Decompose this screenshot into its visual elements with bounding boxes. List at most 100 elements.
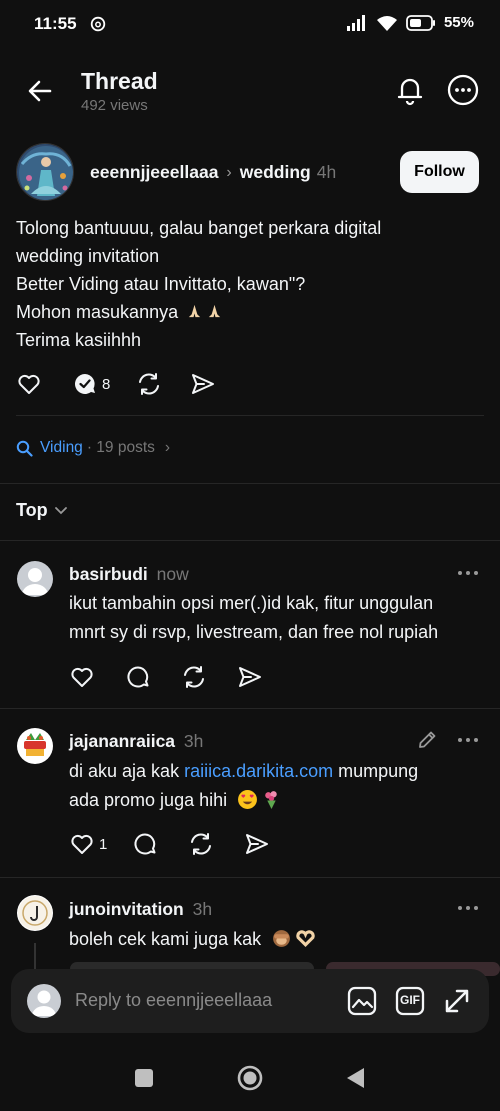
status-time: 11:55 [34, 14, 77, 33]
post-line: Tolong bantuuuu, galau banget perkara di… [16, 218, 382, 238]
divider [0, 877, 500, 878]
divider [16, 415, 484, 416]
praying-hands-emoji [208, 304, 221, 318]
comment-icon[interactable] [132, 831, 158, 857]
reply-username[interactable]: junoinvitation [69, 899, 184, 919]
reply-time: 3h [192, 899, 213, 919]
reply-line-text: di aku aja kak [69, 761, 185, 781]
divider [0, 540, 500, 541]
reply-username[interactable]: jajananraiica [69, 731, 175, 751]
reply-actions: 1 [69, 831, 270, 857]
share-icon[interactable] [244, 831, 270, 857]
status-indicators: 55% [346, 14, 474, 31]
divider [0, 483, 500, 484]
topic-post-count: · 19 posts [86, 439, 155, 456]
post-topic[interactable]: wedding [240, 162, 311, 183]
avatar[interactable] [17, 895, 53, 931]
reply-line-text: ada promo juga hihi [69, 790, 228, 810]
thread-header: Thread 492 views [0, 55, 500, 125]
threads-notification-icon [90, 16, 106, 32]
reply-item: junoinvitation 3h boleh cek kami juga ka… [0, 890, 500, 973]
reply-item: basirbudi now ikut tambahin opsi mer(.)i… [0, 555, 500, 705]
reply-time: now [156, 564, 189, 584]
comment-icon[interactable] [125, 664, 151, 690]
reply-line-text: mumpung [333, 761, 419, 781]
more-horizontal-icon[interactable] [456, 730, 480, 750]
recent-apps-icon[interactable] [134, 1068, 154, 1088]
reply-line: ikut tambahin opsi mer(.)id kak, fitur u… [69, 593, 434, 613]
see-no-evil-monkey-emoji [273, 930, 291, 947]
heart-icon[interactable] [69, 664, 95, 690]
bouquet-emoji [265, 791, 277, 809]
bell-icon[interactable] [393, 73, 427, 107]
gif-icon[interactable]: GIF [394, 985, 426, 1017]
post-line-text: Mohon masukannya [16, 302, 179, 322]
battery-percent: 55% [443, 14, 474, 31]
home-icon[interactable] [236, 1064, 264, 1092]
topic-link[interactable]: Viding · 19 posts › [16, 439, 170, 457]
more-horizontal-icon[interactable] [456, 563, 480, 583]
post-meta: eeennjjeeellaaa › wedding 4h [90, 162, 336, 183]
sort-label: Top [16, 500, 48, 520]
reply-meta: junoinvitation 3h [69, 899, 212, 920]
reply-text: boleh cek kami juga kak [69, 925, 489, 954]
reply-text: di aku aja kak raiiica.darikita.com mump… [69, 757, 489, 815]
reply-composer[interactable]: Reply to eeennjjeeellaaa GIF [11, 969, 489, 1033]
gif-label: GIF [400, 993, 420, 1007]
divider [0, 708, 500, 709]
reply-line: ada promo juga hihi [69, 786, 489, 815]
post-line: wedding invitation [16, 246, 160, 266]
heart-icon[interactable] [69, 831, 95, 857]
avatar [27, 984, 61, 1018]
heart-hands-emoji [296, 930, 315, 948]
reply-line-text: boleh cek kami juga kak [69, 929, 262, 949]
chevron-right-icon: › [164, 439, 171, 456]
heart-eyes-emoji [238, 790, 258, 809]
view-count: 492 views [81, 97, 148, 114]
more-horizontal-icon[interactable] [456, 898, 480, 918]
signal-icon [346, 14, 365, 31]
post-time: 4h [316, 162, 337, 182]
system-navbar [0, 1045, 500, 1111]
avatar[interactable] [17, 561, 53, 597]
reply-meta: jajananraiica 3h [69, 731, 203, 752]
reply-item: jajananraiica 3h di aku aja kak raiiica.… [0, 722, 500, 872]
like-count: 1 [99, 835, 108, 853]
share-icon[interactable] [190, 371, 216, 397]
repost-icon[interactable] [188, 831, 214, 857]
pencil-icon[interactable] [416, 729, 438, 751]
nav-back-icon[interactable] [344, 1066, 366, 1090]
back-arrow-icon[interactable] [24, 75, 56, 107]
reply-line: mnrt sy di rsvp, livestream, dan free no… [69, 622, 439, 642]
post-actions: 8 [16, 371, 216, 397]
topic-name: Viding [40, 439, 83, 456]
post-line: Better Viding atau Invittato, kawan"? [16, 274, 306, 294]
reply-text: ikut tambahin opsi mer(.)id kak, fitur u… [69, 589, 489, 647]
repost-icon[interactable] [181, 664, 207, 690]
praying-hands-emoji [188, 304, 201, 318]
avatar[interactable] [16, 143, 74, 201]
wifi-icon [376, 15, 397, 31]
heart-icon[interactable] [16, 371, 42, 397]
reply-actions [69, 664, 263, 690]
page-title: Thread [81, 68, 158, 94]
comment-icon[interactable] [72, 371, 98, 397]
post-line: Terima kasiihhh [16, 330, 142, 350]
repost-icon[interactable] [136, 371, 162, 397]
reply-username[interactable]: basirbudi [69, 564, 148, 584]
follow-button[interactable]: Follow [400, 151, 479, 193]
share-icon[interactable] [237, 664, 263, 690]
reply-count: 8 [102, 375, 111, 393]
avatar[interactable] [17, 728, 53, 764]
post-line: Mohon masukannya [16, 298, 486, 326]
more-icon[interactable] [446, 73, 480, 107]
reply-link[interactable]: raiiica.darikita.com [184, 761, 333, 781]
reply-line: boleh cek kami juga kak [69, 925, 489, 954]
expand-icon[interactable] [441, 985, 473, 1017]
image-icon[interactable] [346, 985, 378, 1017]
post-text: Tolong bantuuuu, galau banget perkara di… [16, 214, 486, 354]
post-username[interactable]: eeennjjeeellaaa [90, 162, 218, 183]
reply-input[interactable]: Reply to eeennjjeeellaaa [75, 990, 272, 1011]
status-bar: 11:55 55% [0, 0, 500, 48]
sort-dropdown[interactable]: Top [16, 500, 68, 521]
